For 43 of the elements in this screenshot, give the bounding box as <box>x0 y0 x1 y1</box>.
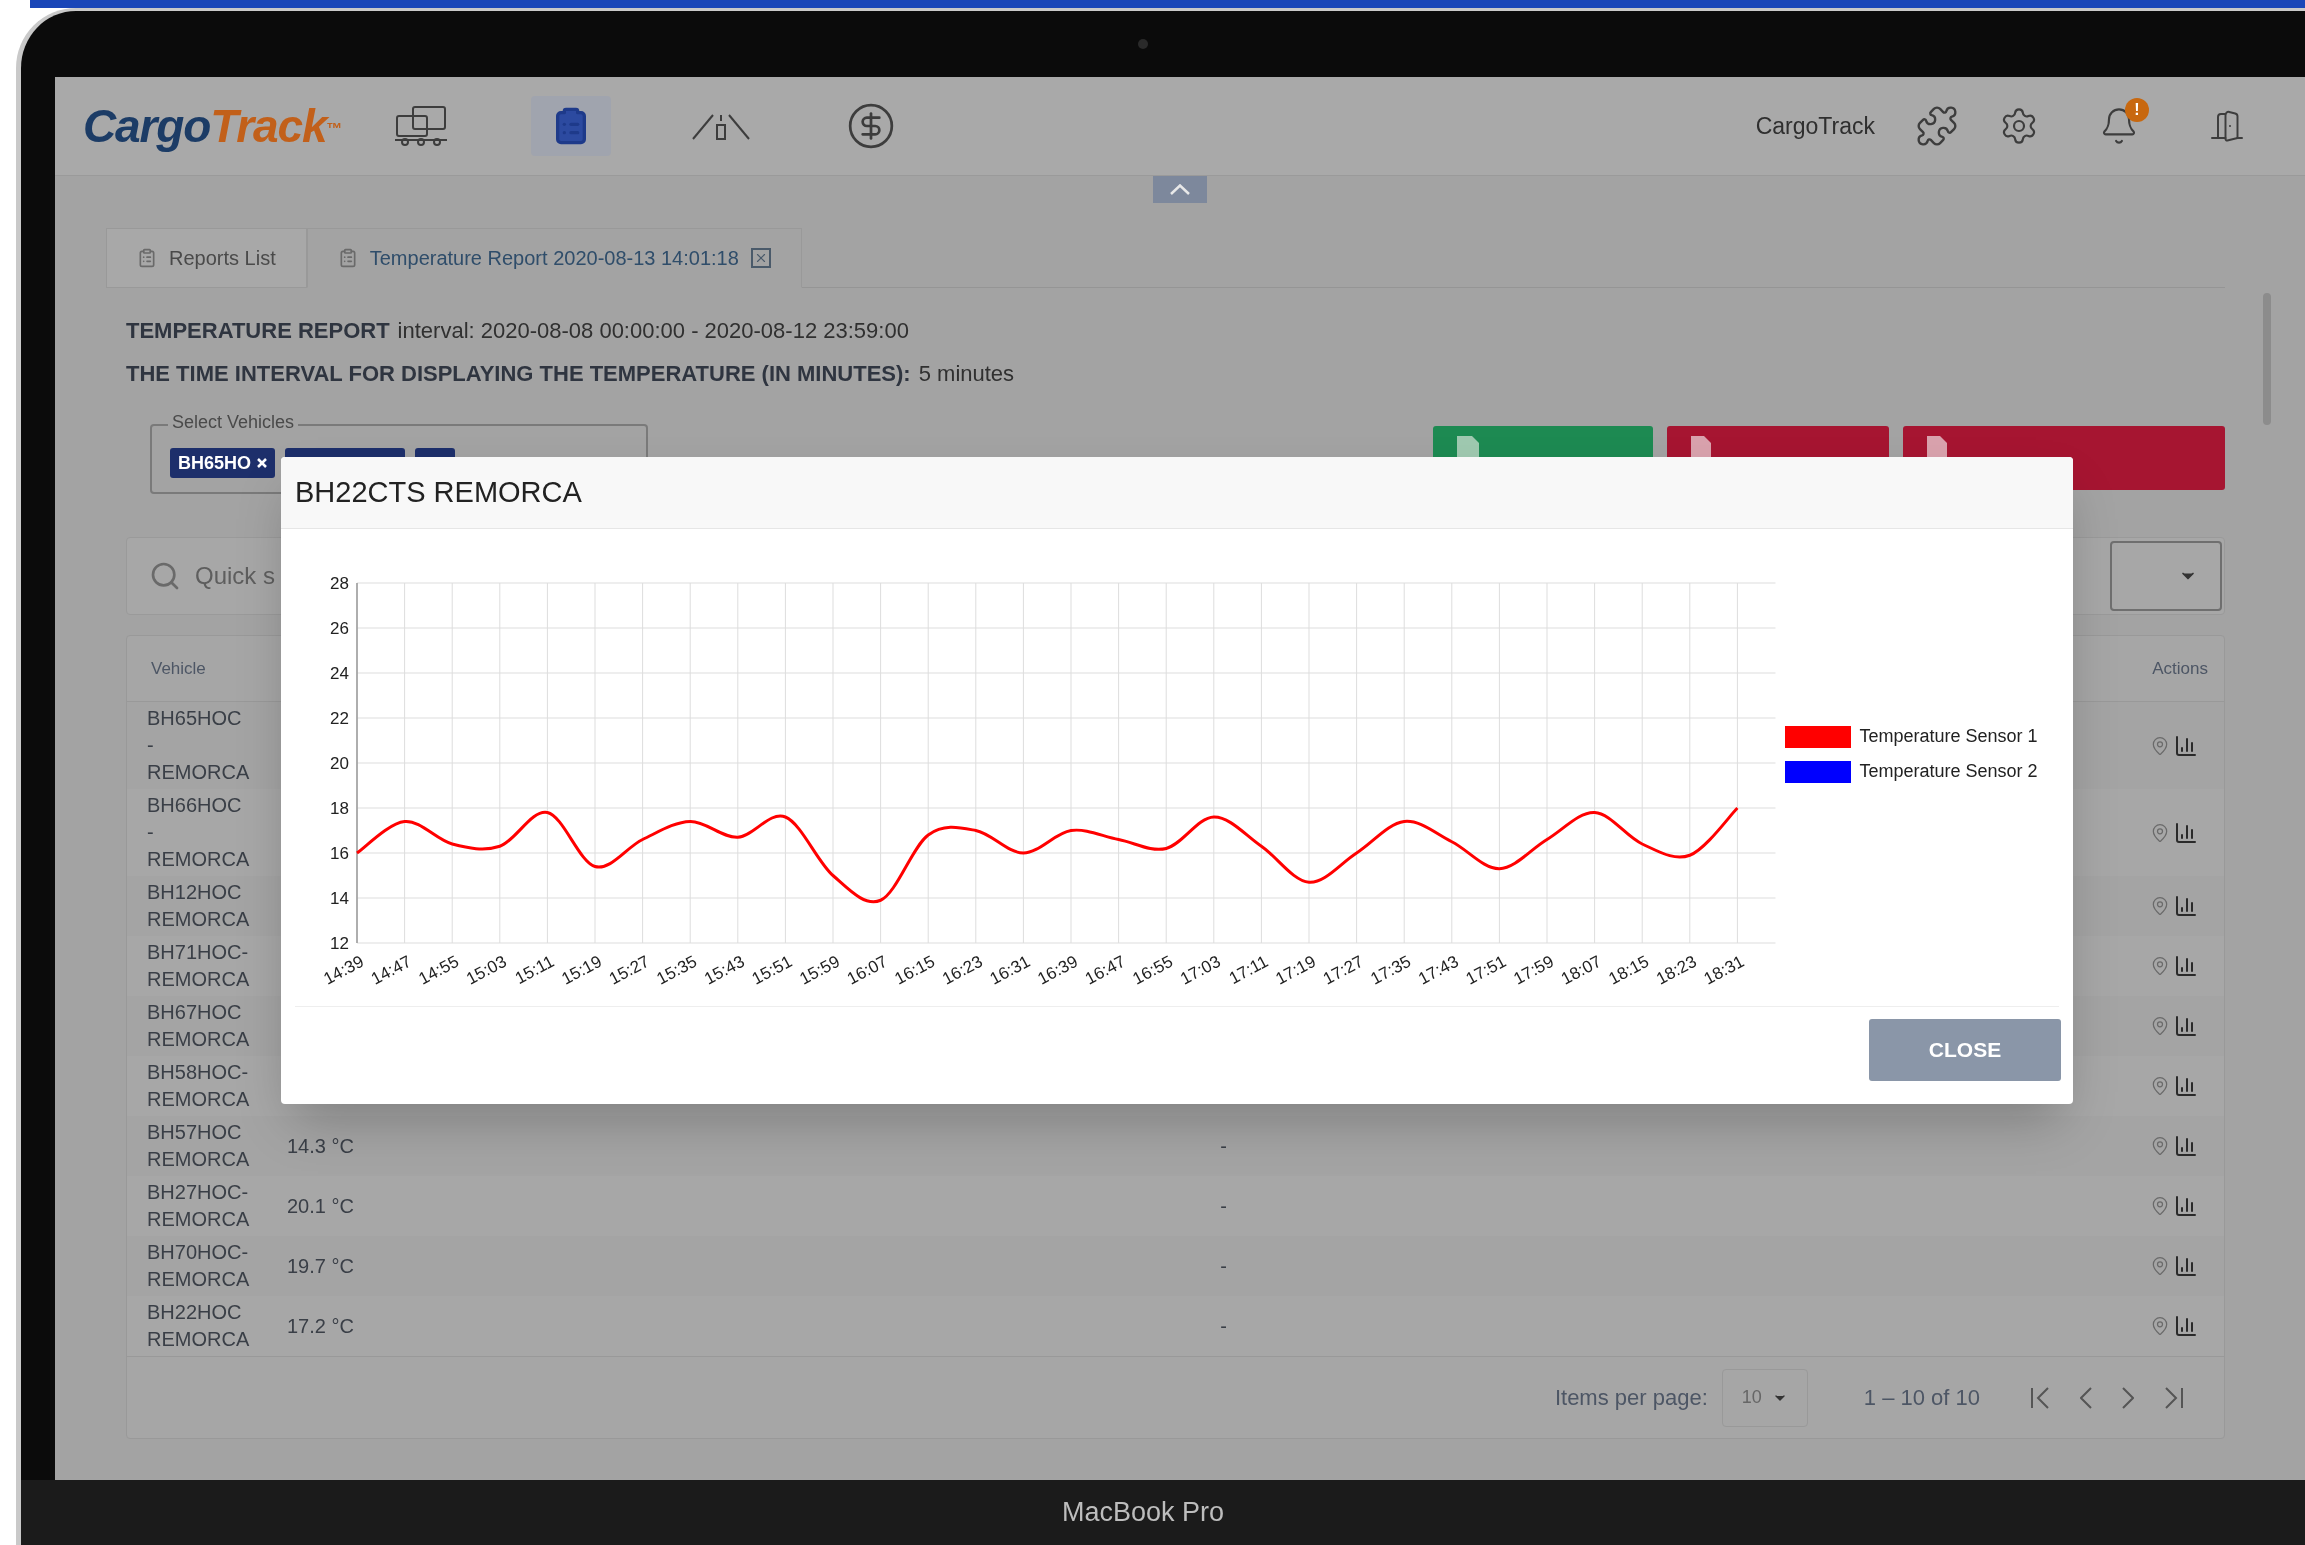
vehicle-name: BH65HOC - REMORCA <box>147 706 251 785</box>
table-cell-text: - <box>1220 1133 1227 1159</box>
temperature-cell-text: 20.1 °C <box>287 1193 355 1219</box>
vehicle-name: BH12HOC REMORCA <box>147 880 251 932</box>
vehicle-name: BH71HOC- REMORCA <box>147 940 251 992</box>
vehicle-name: BH22HOC REMORCA <box>147 1300 251 1352</box>
page-range: 1 – 10 of 10 <box>1863 1384 1980 1412</box>
report-interval: interval: 2020-08-08 00:00:00 - 2020-08-12 23:59:00 <box>397 317 909 345</box>
interval-label: THE TIME INTERVAL FOR DISPLAYING THE TEMPERATURE (IN MINUTES): <box>126 360 911 388</box>
x-tick-label: 17:11 <box>1225 951 1272 988</box>
vehicle-name: BH57HOC REMORCA <box>147 1120 251 1172</box>
field-legend: Select Vehicles <box>168 413 299 431</box>
x-tick-label: 15:11 <box>511 951 558 988</box>
table-cell-text: - <box>1220 1313 1227 1339</box>
y-tick-label: 26 <box>330 619 349 638</box>
vehicle-name: BH58HOC- REMORCA <box>147 1060 251 1112</box>
interval-value: 5 minutes <box>918 360 1015 388</box>
items-per-page-label: Items per page: <box>1554 1384 1708 1412</box>
temperature-cell-text: 14.3 °C <box>287 1133 355 1159</box>
y-tick-label: 12 <box>330 934 349 953</box>
y-tick-label: 14 <box>330 889 349 908</box>
y-tick-label: 18 <box>330 799 349 818</box>
vehicle-name: BH67HOC REMORCA <box>147 1000 251 1052</box>
y-tick-label: 28 <box>330 574 349 593</box>
temperature-cell-text: 17.2 °C <box>287 1313 355 1339</box>
y-tick-label: 22 <box>330 709 349 728</box>
company-name: CargoTrack <box>1755 111 1875 141</box>
column-header: Actions <box>2152 657 2208 680</box>
legend-label: Temperature Sensor 1 <box>1859 725 2038 748</box>
y-tick-label: 24 <box>330 664 349 683</box>
y-tick-label: 16 <box>330 844 349 863</box>
vehicle-name: BH27HOC- REMORCA <box>147 1180 251 1232</box>
y-tick-label: 20 <box>330 754 349 773</box>
report-title: TEMPERATURE REPORT <box>126 317 390 345</box>
table-cell-text: - <box>1220 1193 1227 1219</box>
vehicle-name: BH70HOC- REMORCA <box>147 1240 251 1292</box>
temperature-cell-text: 19.7 °C <box>287 1253 355 1279</box>
device-label: MacBook Pro <box>1061 1496 1225 1530</box>
legend-label: Temperature Sensor 2 <box>1859 760 2038 783</box>
column-header: Vehicle <box>151 657 207 680</box>
table-cell-text: - <box>1220 1253 1227 1279</box>
vehicle-name: BH66HOC - REMORCA <box>147 793 251 872</box>
notification-badge: ! <box>2125 98 2149 122</box>
